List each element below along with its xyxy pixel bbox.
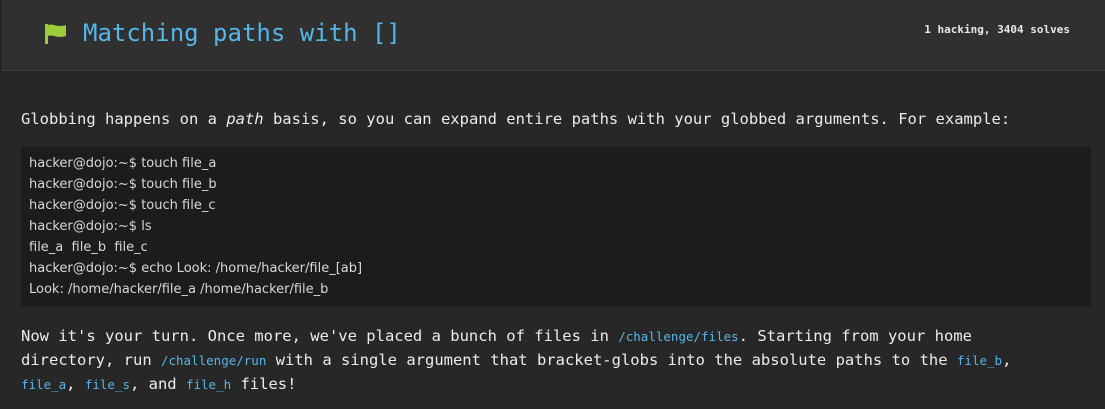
challenge-card: Matching paths with [] 1 hacking, 3404 s… [1,0,1105,409]
paragraph-line: Now it's your turn. Once more, we've pla… [21,324,1091,348]
code-line: hacker@dojo:~$ touch file_a [29,156,217,171]
paragraph-text: . Starting from your home [738,327,972,345]
instructions-paragraph: Now it's your turn. Once more, we've pla… [21,324,1091,396]
code-line: file_a file_b file_c [29,240,148,255]
paragraph-text: , [66,375,85,393]
code-line: hacker@dojo:~$ ls [29,219,152,234]
intro-text-part: basis, so you can expand entire paths wi… [263,110,1011,128]
inline-code-file-h: file_h [185,377,232,392]
paragraph-text: directory, run [21,351,161,369]
paragraph-line: directory, run /challenge/run with a sin… [21,348,1091,372]
paragraph-text: with a single argument that bracket-glob… [266,351,957,369]
inline-code-challenge-files: /challenge/files [618,329,739,344]
inline-code-file-s: file_s [84,377,130,392]
solve-stats: 1 hacking, 3404 solves [924,23,1070,36]
paragraph-text: files! [231,375,297,393]
paragraph-text: , and [129,375,186,393]
paragraph-line: file_a, file_s, and file_h files! [21,372,1091,396]
intro-emphasis: path [226,110,264,128]
challenge-title[interactable]: Matching paths with [] [83,18,401,48]
code-line: hacker@dojo:~$ touch file_b [29,177,217,192]
intro-text-part: Globbing happens on a [21,110,227,128]
inline-code-challenge-run: /challenge/run [160,353,267,368]
inline-code-file-a: file_a [21,377,67,392]
flag-icon [45,24,66,44]
paragraph-text: , [1002,351,1012,369]
code-line: hacker@dojo:~$ echo Look: /home/hacker/f… [29,261,363,276]
paragraph-text: Now it's your turn. Once more, we've pla… [21,327,619,345]
intro-text: Globbing happens on a path basis, so you… [21,108,1010,130]
code-block: hacker@dojo:~$ touch file_a hacker@dojo:… [21,147,1091,306]
inline-code-file-b: file_b [956,353,1003,368]
page: Matching paths with [] 1 hacking, 3404 s… [0,0,1105,409]
code-line: Look: /home/hacker/file_a /home/hacker/f… [29,282,329,297]
challenge-header[interactable]: Matching paths with [] 1 hacking, 3404 s… [1,0,1105,71]
code-line: hacker@dojo:~$ touch file_c [29,198,216,213]
